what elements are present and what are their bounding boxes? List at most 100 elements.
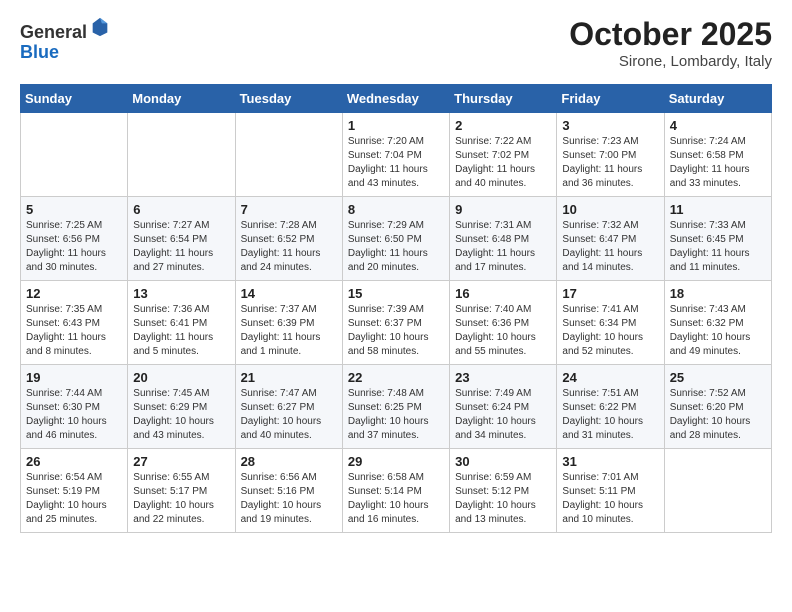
day-info: Sunrise: 7:44 AM Sunset: 6:30 PM Dayligh… xyxy=(26,387,122,443)
day-number: 1 xyxy=(348,118,444,133)
day-info: Sunrise: 7:29 AM Sunset: 6:50 PM Dayligh… xyxy=(348,219,444,275)
col-saturday: Saturday xyxy=(664,85,771,113)
table-row: 19 Sunrise: 7:44 AM Sunset: 6:30 PM Dayli… xyxy=(21,365,128,449)
day-number: 6 xyxy=(133,202,229,217)
col-tuesday: Tuesday xyxy=(235,85,342,113)
table-row: 29Sunrise: 6:58 AM Sunset: 5:14 PM Dayli… xyxy=(342,449,449,533)
table-row: 30Sunrise: 6:59 AM Sunset: 5:12 PM Dayli… xyxy=(450,449,557,533)
day-info: Sunrise: 6:56 AM Sunset: 5:16 PM Dayligh… xyxy=(241,471,337,527)
day-info: Sunrise: 7:33 AM Sunset: 6:45 PM Dayligh… xyxy=(670,219,766,275)
day-number: 30 xyxy=(455,454,551,469)
table-row: 9 Sunrise: 7:31 AM Sunset: 6:48 PM Daylig… xyxy=(450,197,557,281)
page-header: General Blue October 2025 Sirone, Lombar… xyxy=(20,16,772,70)
calendar-table: Sunday Monday Tuesday Wednesday Thursday… xyxy=(20,84,772,533)
day-number: 13 xyxy=(133,286,229,301)
table-row: 26 Sunrise: 6:54 AM Sunset: 5:19 PM Dayli… xyxy=(21,449,128,533)
table-row: 28 Sunrise: 6:56 AM Sunset: 5:16 PM Dayli… xyxy=(235,449,342,533)
day-info: Sunrise: 7:47 AM Sunset: 6:27 PM Dayligh… xyxy=(241,387,337,443)
table-row: 7 Sunrise: 7:28 AM Sunset: 6:52 PM Daylig… xyxy=(235,197,342,281)
logo-blue-text: Blue xyxy=(20,42,59,62)
day-info: Sunrise: 7:32 AM Sunset: 6:47 PM Dayligh… xyxy=(562,219,658,275)
day-info: Sunrise: 7:24 AM Sunset: 6:58 PM Dayligh… xyxy=(670,135,766,191)
day-info: Sunrise: 7:27 AM Sunset: 6:54 PM Dayligh… xyxy=(133,219,229,275)
day-number: 5 xyxy=(26,202,122,217)
day-number: 31 xyxy=(562,454,658,469)
table-row: 18 Sunrise: 7:43 AM Sunset: 6:32 PM Dayli… xyxy=(664,281,771,365)
calendar-week-row: 26 Sunrise: 6:54 AM Sunset: 5:19 PM Dayli… xyxy=(21,449,772,533)
calendar-title: October 2025 xyxy=(569,16,772,53)
day-info: Sunrise: 6:58 AM Sunset: 5:14 PM Dayligh… xyxy=(348,471,444,527)
table-row: 27 Sunrise: 6:55 AM Sunset: 5:17 PM Dayli… xyxy=(128,449,235,533)
day-info: Sunrise: 7:22 AM Sunset: 7:02 PM Dayligh… xyxy=(455,135,551,191)
table-row: 6 Sunrise: 7:27 AM Sunset: 6:54 PM Daylig… xyxy=(128,197,235,281)
table-row: 23 Sunrise: 7:49 AM Sunset: 6:24 PM Dayli… xyxy=(450,365,557,449)
day-info: Sunrise: 7:37 AM Sunset: 6:39 PM Dayligh… xyxy=(241,303,337,359)
day-number: 27 xyxy=(133,454,229,469)
table-row: 3 Sunrise: 7:23 AM Sunset: 7:00 PM Daylig… xyxy=(557,113,664,197)
table-row: 25 Sunrise: 7:52 AM Sunset: 6:20 PM Dayli… xyxy=(664,365,771,449)
day-number: 19 xyxy=(26,370,122,385)
day-number: 2 xyxy=(455,118,551,133)
day-info: Sunrise: 6:55 AM Sunset: 5:17 PM Dayligh… xyxy=(133,471,229,527)
day-number: 26 xyxy=(26,454,122,469)
table-row: 16 Sunrise: 7:40 AM Sunset: 6:36 PM Dayli… xyxy=(450,281,557,365)
calendar-header-row: Sunday Monday Tuesday Wednesday Thursday… xyxy=(21,85,772,113)
day-number: 14 xyxy=(241,286,337,301)
day-info: Sunrise: 7:01 AM Sunset: 5:11 PM Dayligh… xyxy=(562,471,658,527)
day-number: 3 xyxy=(562,118,658,133)
day-info: Sunrise: 7:48 AM Sunset: 6:25 PM Dayligh… xyxy=(348,387,444,443)
day-info: Sunrise: 7:23 AM Sunset: 7:00 PM Dayligh… xyxy=(562,135,658,191)
day-info: Sunrise: 7:40 AM Sunset: 6:36 PM Dayligh… xyxy=(455,303,551,359)
day-info: Sunrise: 7:51 AM Sunset: 6:22 PM Dayligh… xyxy=(562,387,658,443)
table-row: 13Sunrise: 7:36 AM Sunset: 6:41 PM Dayli… xyxy=(128,281,235,365)
day-number: 28 xyxy=(241,454,337,469)
day-number: 20 xyxy=(133,370,229,385)
col-wednesday: Wednesday xyxy=(342,85,449,113)
table-row: 15Sunrise: 7:39 AM Sunset: 6:37 PM Dayli… xyxy=(342,281,449,365)
title-block: October 2025 Sirone, Lombardy, Italy xyxy=(569,16,772,70)
table-row: 1 Sunrise: 7:20 AM Sunset: 7:04 PM Daylig… xyxy=(342,113,449,197)
table-row: 8Sunrise: 7:29 AM Sunset: 6:50 PM Daylig… xyxy=(342,197,449,281)
day-number: 25 xyxy=(670,370,766,385)
table-row: 22Sunrise: 7:48 AM Sunset: 6:25 PM Dayli… xyxy=(342,365,449,449)
table-row: 21 Sunrise: 7:47 AM Sunset: 6:27 PM Dayli… xyxy=(235,365,342,449)
day-number: 23 xyxy=(455,370,551,385)
table-row: 31 Sunrise: 7:01 AM Sunset: 5:11 PM Dayli… xyxy=(557,449,664,533)
col-monday: Monday xyxy=(128,85,235,113)
day-number: 24 xyxy=(562,370,658,385)
table-row: 2 Sunrise: 7:22 AM Sunset: 7:02 PM Daylig… xyxy=(450,113,557,197)
day-number: 7 xyxy=(241,202,337,217)
table-row xyxy=(664,449,771,533)
table-row: 12 Sunrise: 7:35 AM Sunset: 6:43 PM Dayli… xyxy=(21,281,128,365)
day-info: Sunrise: 7:25 AM Sunset: 6:56 PM Dayligh… xyxy=(26,219,122,275)
day-number: 15 xyxy=(348,286,444,301)
logo: General Blue xyxy=(20,16,111,63)
day-info: Sunrise: 7:49 AM Sunset: 6:24 PM Dayligh… xyxy=(455,387,551,443)
day-info: Sunrise: 7:35 AM Sunset: 6:43 PM Dayligh… xyxy=(26,303,122,359)
day-number: 10 xyxy=(562,202,658,217)
day-number: 11 xyxy=(670,202,766,217)
day-number: 9 xyxy=(455,202,551,217)
calendar-week-row: 19 Sunrise: 7:44 AM Sunset: 6:30 PM Dayli… xyxy=(21,365,772,449)
day-number: 12 xyxy=(26,286,122,301)
day-info: Sunrise: 6:54 AM Sunset: 5:19 PM Dayligh… xyxy=(26,471,122,527)
day-info: Sunrise: 7:41 AM Sunset: 6:34 PM Dayligh… xyxy=(562,303,658,359)
day-number: 18 xyxy=(670,286,766,301)
logo-general-text: General xyxy=(20,22,87,42)
day-number: 21 xyxy=(241,370,337,385)
day-number: 16 xyxy=(455,286,551,301)
day-number: 4 xyxy=(670,118,766,133)
day-info: Sunrise: 7:45 AM Sunset: 6:29 PM Dayligh… xyxy=(133,387,229,443)
day-info: Sunrise: 7:52 AM Sunset: 6:20 PM Dayligh… xyxy=(670,387,766,443)
day-info: Sunrise: 7:43 AM Sunset: 6:32 PM Dayligh… xyxy=(670,303,766,359)
day-info: Sunrise: 7:20 AM Sunset: 7:04 PM Dayligh… xyxy=(348,135,444,191)
table-row xyxy=(128,113,235,197)
table-row: 4 Sunrise: 7:24 AM Sunset: 6:58 PM Daylig… xyxy=(664,113,771,197)
calendar-week-row: 12 Sunrise: 7:35 AM Sunset: 6:43 PM Dayli… xyxy=(21,281,772,365)
table-row: 14 Sunrise: 7:37 AM Sunset: 6:39 PM Dayli… xyxy=(235,281,342,365)
day-info: Sunrise: 7:31 AM Sunset: 6:48 PM Dayligh… xyxy=(455,219,551,275)
day-info: Sunrise: 7:28 AM Sunset: 6:52 PM Dayligh… xyxy=(241,219,337,275)
table-row: 24 Sunrise: 7:51 AM Sunset: 6:22 PM Dayli… xyxy=(557,365,664,449)
table-row xyxy=(235,113,342,197)
table-row: 11 Sunrise: 7:33 AM Sunset: 6:45 PM Dayli… xyxy=(664,197,771,281)
